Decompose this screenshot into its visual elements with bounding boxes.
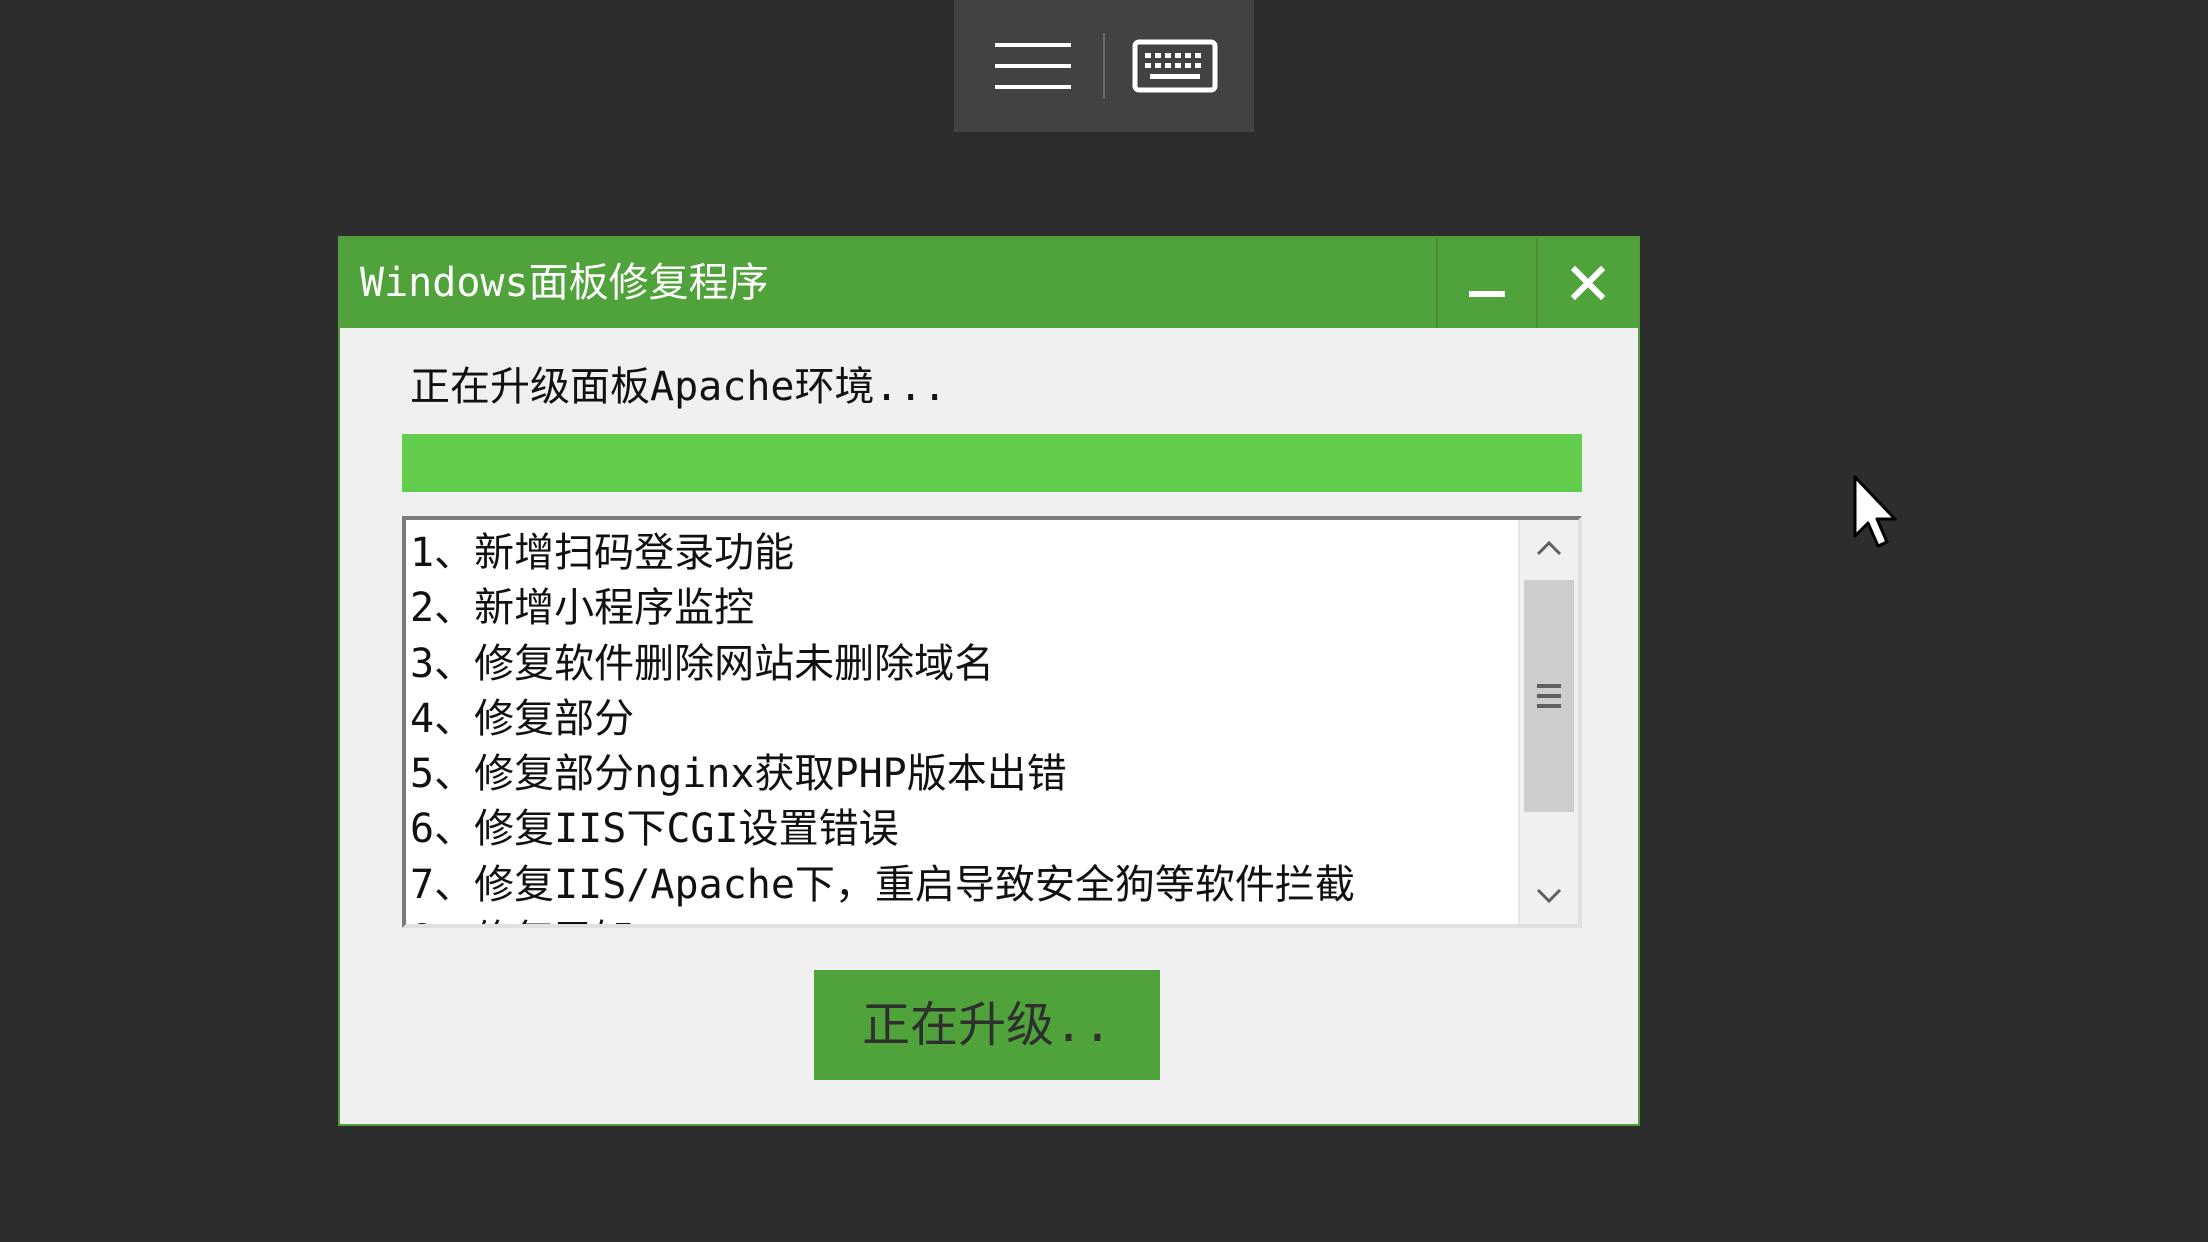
list-item: 1、新增扫码登录功能 [410, 530, 795, 576]
list-item: 7、修复IIS/Apache下，重启导致安全狗等软件拦截 [410, 861, 1355, 908]
title-bar[interactable]: Windows面板修复程序 [340, 238, 1638, 328]
list-item: 6、修复IIS下CGI设置错误 [410, 806, 899, 853]
progress-bar [402, 434, 1582, 492]
progress-fill [402, 434, 1582, 492]
list-item: 5、修复部分nginx获取PHP版本出错 [410, 751, 1067, 798]
minimize-icon [1469, 291, 1505, 297]
status-label: 正在升级面板Apache环境... [410, 364, 947, 410]
window-title: Windows面板修复程序 [360, 260, 769, 306]
list-item: 3、修复软件删除网站未删除域名 [410, 640, 995, 687]
upgrade-button[interactable]: 正在升级.. [814, 970, 1160, 1080]
keyboard-icon [1132, 39, 1218, 93]
changelog-list[interactable]: 1、新增扫码登录功能 2、新增小程序监控 3、修复软件删除网站未删除域名 4、修… [402, 516, 1582, 928]
scroll-down-button[interactable] [1520, 868, 1578, 924]
close-button[interactable] [1536, 238, 1638, 328]
repair-dialog: Windows面板修复程序 正在升级面板Apache环境... 1、新增扫码登录… [338, 236, 1640, 1126]
list-item: 4、修复部分 [410, 695, 635, 742]
list-item: 2、新增小程序监控 [410, 585, 755, 632]
scroll-thumb[interactable] [1524, 580, 1574, 812]
hamburger-menu-icon [995, 43, 1071, 89]
remote-toolbar [954, 0, 1254, 132]
chevron-up-icon [1536, 540, 1562, 556]
list-item: 8、修复已知... [410, 913, 1510, 924]
keyboard-button[interactable] [1105, 0, 1245, 132]
minimize-button[interactable] [1436, 238, 1536, 328]
scroll-up-button[interactable] [1520, 520, 1578, 576]
mouse-pointer-icon [1853, 475, 1897, 548]
close-icon [1570, 265, 1606, 301]
grip-icon [1537, 684, 1561, 708]
changelog-content: 1、新增扫码登录功能 2、新增小程序监控 3、修复软件删除网站未删除域名 4、修… [410, 526, 1510, 924]
chevron-down-icon [1536, 888, 1562, 904]
menu-button[interactable] [963, 0, 1103, 132]
vertical-scrollbar[interactable] [1518, 520, 1578, 924]
